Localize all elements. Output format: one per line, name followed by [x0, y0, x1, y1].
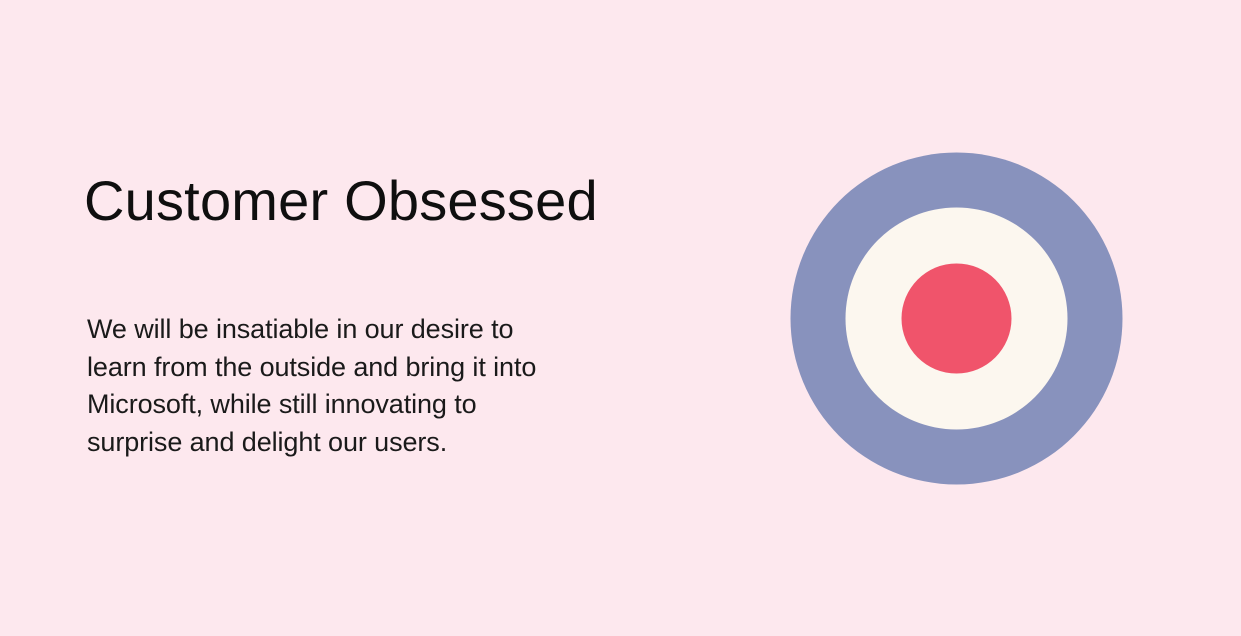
body-line-1: We will be insatiable in our desire to [87, 314, 514, 344]
slide: Customer Obsessed We will be insatiable … [0, 0, 1241, 636]
slide-body-text: We will be insatiable in our desire to l… [87, 311, 647, 461]
target-bullseye [901, 263, 1012, 374]
target-icon [790, 152, 1123, 485]
body-line-3: Microsoft, while still innovating to [87, 389, 477, 419]
body-line-4: surprise and delight our users. [87, 426, 448, 457]
body-line-2: learn from the outside and bring it into [87, 351, 537, 382]
slide-title: Customer Obsessed [84, 169, 598, 232]
